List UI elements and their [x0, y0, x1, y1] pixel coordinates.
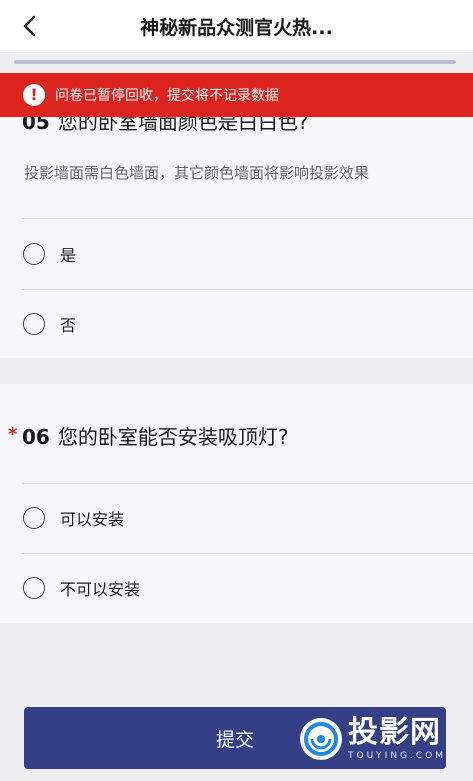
option-can-install[interactable]: 可以安装 — [0, 484, 473, 552]
option-label: 是 — [60, 246, 77, 265]
alert-icon: ! — [23, 84, 45, 106]
question-description: 投影墙面需白色墙面，其它颜色墙面将影响投影效果 — [24, 164, 370, 182]
watermark: 投影网 TOUYING.COM — [300, 708, 460, 770]
question-number: 06 — [22, 425, 50, 449]
radio-button[interactable] — [23, 243, 45, 265]
progress-bar — [14, 60, 456, 64]
option-label: 可以安装 — [60, 510, 125, 529]
option-label: 不可以安装 — [60, 580, 141, 599]
option-cannot-install[interactable]: 不可以安装 — [0, 554, 473, 622]
paused-notice-banner: ! 问卷已暂停回收，提交将不记录数据 — [0, 73, 473, 117]
question-card-06: * 06 您的卧室能否安装吸顶灯? 可以安装 不可以安装 — [0, 384, 473, 623]
chevron-left-icon — [23, 15, 36, 37]
question-text: 您的卧室能否安装吸顶灯? — [57, 425, 289, 449]
option-yes[interactable]: 是 — [0, 220, 473, 288]
back-button[interactable] — [14, 10, 46, 42]
top-bar: 神秘新品众测官火热... — [0, 0, 473, 52]
divider — [22, 218, 473, 219]
question-title: 06 您的卧室能否安装吸顶灯? — [22, 421, 288, 450]
radio-button[interactable] — [23, 313, 45, 335]
radio-button[interactable] — [23, 507, 45, 529]
watermark-subtext: TOUYING.COM — [348, 751, 447, 761]
option-label: 否 — [60, 316, 77, 335]
required-mark: * — [8, 424, 18, 445]
page-title: 神秘新品众测官火热... — [140, 16, 333, 39]
banner-text: 问卷已暂停回收，提交将不记录数据 — [55, 88, 279, 104]
option-no[interactable]: 否 — [0, 290, 473, 358]
watermark-text: 投影网 — [348, 715, 441, 750]
question-card-05: 05 您的卧室墙面颜色是白白色? 投影墙面需白色墙面，其它颜色墙面将影响投影效果 … — [0, 100, 473, 358]
radio-button[interactable] — [23, 577, 45, 599]
watermark-logo-icon — [300, 718, 342, 760]
